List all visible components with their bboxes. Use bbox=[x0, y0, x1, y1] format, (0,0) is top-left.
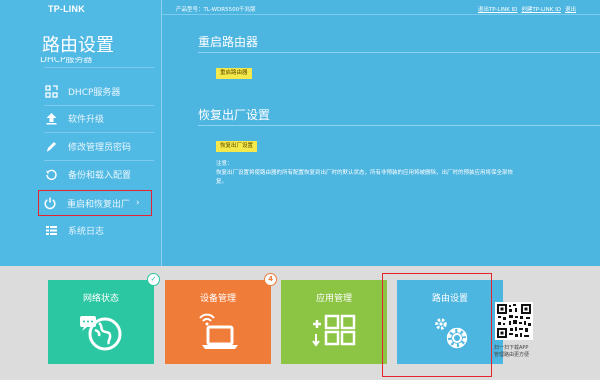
reset-note-text: 恢复出厂设置将使路由器的所有配置恢复到出厂时的默认状态，所有非预装的应用将被删除… bbox=[216, 170, 514, 185]
top-links: 退出TP-LINK ID 创建TP-LINK ID 退出 bbox=[478, 5, 576, 13]
tplink-id-logout-link[interactable]: 退出TP-LINK ID bbox=[478, 5, 518, 13]
logout-link[interactable]: 退出 bbox=[565, 5, 576, 13]
divider bbox=[44, 67, 154, 68]
backup-icon bbox=[44, 167, 58, 181]
upload-icon bbox=[44, 111, 58, 125]
list-icon bbox=[44, 223, 58, 237]
top-frame: TP-LINK 路由设置 DHCP服务器 DHCP服务器 软件升级 修改管理员密… bbox=[0, 0, 600, 266]
sidebar-item-firmware[interactable]: 软件升级 bbox=[44, 106, 156, 130]
main-panel: 产品型号：TL-WDR5500千兆版 退出TP-LINK ID 创建TP-LIN… bbox=[162, 0, 600, 266]
globe-icon bbox=[48, 310, 154, 354]
sidebar-item-reboot-reset[interactable]: 重启和恢复出厂 › bbox=[38, 190, 152, 216]
sidebar-item-backup[interactable]: 备份和载入配置 bbox=[44, 162, 156, 186]
sidebar-title: 路由设置 bbox=[42, 35, 114, 56]
dhcp-icon bbox=[44, 84, 58, 98]
reset-note-title: 注意： bbox=[216, 161, 233, 167]
sidebar-item-label: 重启和恢复出厂 bbox=[67, 199, 131, 210]
divider bbox=[162, 14, 600, 15]
model-text: 产品型号：TL-WDR5500千兆版 bbox=[176, 7, 256, 13]
divider bbox=[44, 132, 154, 133]
bottom-dock: 网络状态 ✓ 设备管理 4 应用管理 路由设置 扫一扫下载APP管理路由更方便 bbox=[0, 266, 600, 380]
laptop-icon bbox=[165, 310, 271, 354]
sidebar-item-label: 软件升级 bbox=[68, 114, 105, 125]
device-count-badge: 4 bbox=[264, 273, 277, 286]
reset-heading: 恢复出厂设置 bbox=[198, 108, 271, 122]
reboot-heading: 重启路由器 bbox=[198, 35, 259, 49]
logo: TP-LINK bbox=[48, 4, 85, 14]
apps-icon bbox=[281, 310, 387, 354]
selected-tile-highlight bbox=[382, 273, 492, 377]
check-badge-icon: ✓ bbox=[147, 273, 160, 286]
qr-caption: 扫一扫下载APP管理路由更方便 bbox=[494, 345, 530, 358]
tile-network-status[interactable]: 网络状态 ✓ bbox=[48, 273, 160, 364]
tile-app-management[interactable]: 应用管理 bbox=[281, 280, 387, 364]
sidebar-item-label: 系统日志 bbox=[68, 226, 105, 237]
pencil-icon bbox=[44, 139, 58, 153]
sidebar-item-label: 备份和载入配置 bbox=[68, 170, 132, 181]
qr-code bbox=[495, 302, 533, 340]
sidebar-item-dhcp[interactable]: DHCP服务器 bbox=[44, 79, 156, 103]
factory-reset-button[interactable]: 恢复出厂设置 bbox=[216, 141, 258, 152]
tile-device-management[interactable]: 设备管理 4 bbox=[165, 273, 277, 364]
tile-label: 网络状态 bbox=[82, 294, 119, 304]
tile-label: 应用管理 bbox=[315, 294, 352, 304]
sidebar-item-password[interactable]: 修改管理员密码 bbox=[44, 134, 156, 158]
sidebar-item-label: DHCP服务器 bbox=[68, 87, 121, 98]
divider bbox=[44, 160, 154, 161]
sidebar-item-syslog[interactable]: 系统日志 bbox=[44, 218, 156, 242]
divider bbox=[198, 125, 600, 126]
chevron-right-icon: › bbox=[136, 198, 140, 208]
sidebar: TP-LINK 路由设置 DHCP服务器 DHCP服务器 软件升级 修改管理员密… bbox=[0, 0, 162, 266]
divider bbox=[198, 52, 600, 53]
power-icon bbox=[43, 196, 57, 210]
tile-label: 设备管理 bbox=[199, 294, 236, 304]
tplink-id-create-link[interactable]: 创建TP-LINK ID bbox=[521, 5, 561, 13]
sidebar-item-label: 修改管理员密码 bbox=[68, 142, 132, 153]
reboot-button[interactable]: 重启路由器 bbox=[216, 68, 252, 79]
sidebar-item-partial[interactable]: DHCP服务器 bbox=[40, 57, 150, 65]
